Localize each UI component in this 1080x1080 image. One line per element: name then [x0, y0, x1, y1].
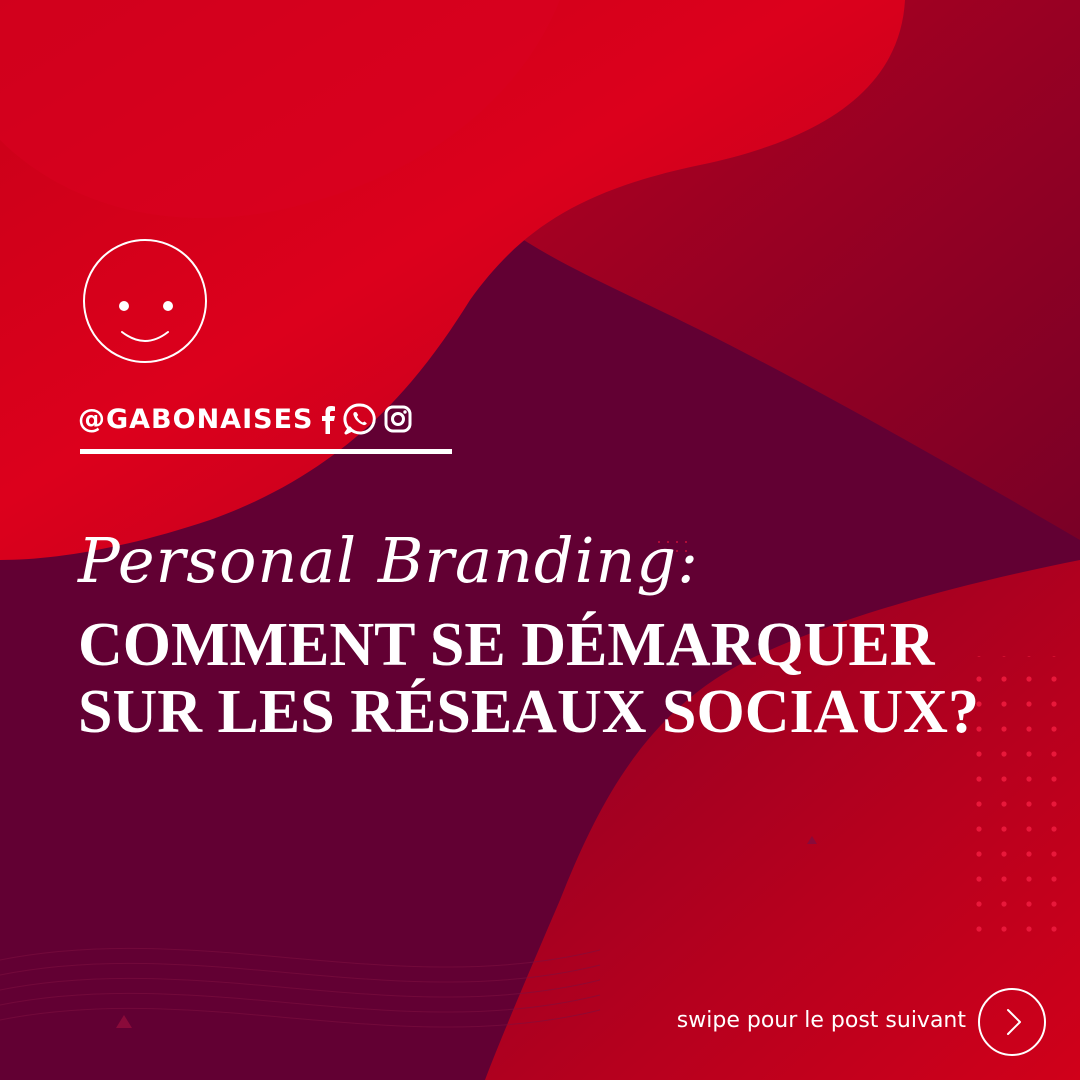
post-canvas: @GABONAISES Personal Branding: COMMENT S… — [0, 0, 1080, 1080]
handle-underline — [80, 449, 452, 454]
swipe-label: swipe pour le post suivant — [676, 1008, 966, 1033]
facebook-icon[interactable] — [319, 404, 337, 434]
headline: COMMENT SE DÉMARQUER SUR LES RÉSEAUX SOC… — [78, 612, 979, 746]
handle-row: @GABONAISES — [78, 398, 413, 440]
chevron-right-icon — [1007, 1009, 1021, 1035]
headline-line-1: COMMENT SE DÉMARQUER — [78, 611, 935, 679]
next-post-button[interactable] — [978, 988, 1046, 1056]
headline-line-2: SUR LES RÉSEAUX SOCIAUX? — [78, 678, 979, 746]
script-title: Personal Branding: — [78, 524, 699, 597]
smiley-face-icon — [82, 238, 208, 364]
account-handle: @GABONAISES — [78, 403, 314, 435]
instagram-icon[interactable] — [383, 404, 413, 434]
whatsapp-icon[interactable] — [343, 402, 377, 436]
